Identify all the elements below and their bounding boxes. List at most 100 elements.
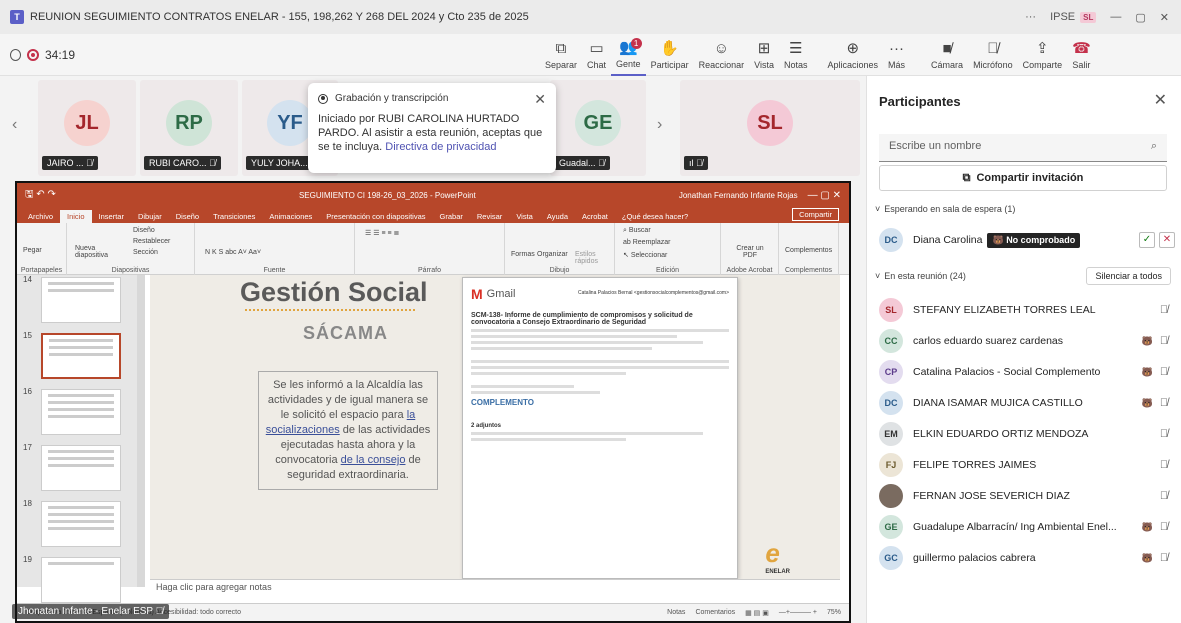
- section-button[interactable]: Sección: [133, 249, 158, 256]
- replace-button[interactable]: ab Reemplazar: [623, 239, 670, 246]
- ppt-tab[interactable]: Presentación con diapositivas: [319, 210, 432, 223]
- mic-off-icon[interactable]: 🎙̸: [1153, 552, 1175, 564]
- comments-toggle[interactable]: Comentarios: [695, 609, 735, 617]
- quick-styles-button[interactable]: Estilos rápidos: [575, 251, 609, 265]
- gallery-next-icon[interactable]: ›: [657, 116, 662, 134]
- close-window-button[interactable]: ✕: [1160, 11, 1169, 24]
- create-pdf-button[interactable]: Crear un PDF: [733, 245, 767, 259]
- addins-button[interactable]: Complementos: [785, 247, 832, 254]
- ppt-share-button[interactable]: Compartir: [792, 208, 839, 221]
- quick-access-icons[interactable]: 🖫 ↶ ↷: [25, 187, 56, 204]
- participant-row[interactable]: FJ FELIPE TORRES JAIMES 🎙̸: [879, 450, 1175, 480]
- more-options-icon[interactable]: ···: [1025, 11, 1036, 23]
- ppt-tab[interactable]: Revisar: [470, 210, 509, 223]
- minimize-button[interactable]: —: [1110, 11, 1121, 23]
- slide-thumbnail[interactable]: 17: [21, 443, 141, 495]
- participant-row[interactable]: GE Guadalupe Albarracín/ Ing Ambiental En…: [879, 512, 1175, 542]
- arrange-button[interactable]: Organizar: [537, 251, 568, 258]
- gallery-prev-icon[interactable]: ‹: [12, 116, 17, 134]
- user-avatar[interactable]: SL: [1080, 11, 1097, 23]
- admit-button[interactable]: ✓: [1139, 232, 1155, 248]
- new-slide-button[interactable]: Nueva diapositiva: [75, 245, 111, 259]
- font-format-buttons[interactable]: N K S abc A˅ Aa˅: [205, 249, 261, 256]
- participant-row[interactable]: DC DIANA ISAMAR MUJICA CASTILLO 🐻 🎙̸: [879, 388, 1175, 418]
- toolbar-button-separar[interactable]: ⧉ Separar: [540, 34, 582, 76]
- ppt-tell-me[interactable]: ¿Qué desea hacer?: [615, 210, 695, 223]
- toolbar-button-micrfono[interactable]: 🎙̸ Micrófono: [968, 34, 1018, 76]
- mic-off-icon[interactable]: 🎙̸: [1153, 366, 1175, 378]
- toolbar-button-comparte[interactable]: ⇪ Comparte: [1018, 34, 1068, 76]
- mic-off-icon[interactable]: 🎙̸: [1153, 490, 1175, 502]
- ppt-tab[interactable]: Diseño: [169, 210, 206, 223]
- mic-off-icon[interactable]: 🎙̸: [1153, 397, 1175, 409]
- toolbar-button-salir[interactable]: ☎ Salir: [1067, 34, 1096, 76]
- org-name[interactable]: IPSE: [1050, 11, 1075, 23]
- ppt-tab[interactable]: Transiciones: [206, 210, 262, 223]
- ppt-tab[interactable]: Insertar: [92, 210, 131, 223]
- mic-off-icon[interactable]: 🎙̸: [1153, 459, 1175, 471]
- reset-button[interactable]: Restablecer: [133, 238, 170, 245]
- participant-row[interactable]: EM ELKIN EDUARDO ORTIZ MENDOZA 🎙̸: [879, 419, 1175, 449]
- paste-button[interactable]: Pegar: [23, 247, 42, 254]
- close-icon[interactable]: ✕: [534, 91, 546, 108]
- ppt-tab[interactable]: Vista: [509, 210, 540, 223]
- toolbar-button-aplicaciones[interactable]: ⊕ Aplicaciones: [823, 34, 884, 76]
- mic-off-icon[interactable]: 🎙̸: [1153, 335, 1175, 347]
- restore-button[interactable]: ▢: [1135, 11, 1145, 24]
- select-button[interactable]: ↖ Seleccionar: [623, 251, 667, 259]
- participant-row[interactable]: GC guillermo palacios cabrera 🐻 🎙̸: [879, 543, 1175, 573]
- slide-canvas[interactable]: Gestión Social SÁCAMA Se les informó a l…: [150, 275, 840, 587]
- mute-all-button[interactable]: Silenciar a todos: [1086, 267, 1171, 285]
- lobby-section-header[interactable]: ˅ Esperando en sala de espera (1): [875, 204, 1015, 214]
- close-icon[interactable]: ✕: [1154, 90, 1167, 110]
- ppt-tab[interactable]: Acrobat: [575, 210, 615, 223]
- ppt-tab[interactable]: Animaciones: [262, 210, 319, 223]
- shapes-button[interactable]: Formas: [511, 251, 535, 258]
- toolbar-button-notas[interactable]: ☰ Notas: [779, 34, 813, 76]
- participant-row[interactable]: CP Catalina Palacios - Social Complemento…: [879, 357, 1175, 387]
- paragraph-buttons[interactable]: ☰ ☰ ≡ ≡ ≣: [365, 229, 399, 237]
- zoom-slider[interactable]: —+——— +: [779, 609, 817, 617]
- toolbar-button-cmara[interactable]: ■̸ Cámara: [926, 34, 968, 76]
- ppt-tab[interactable]: Inicio: [60, 210, 92, 223]
- meeting-section-header[interactable]: ˅ En esta reunión (24): [875, 271, 966, 281]
- participant-tile[interactable]: RP RUBI CARO... 🎙̸: [140, 80, 238, 176]
- slide-thumbnail[interactable]: 16: [21, 387, 141, 439]
- participant-row[interactable]: SL STEFANY ELIZABETH TORRES LEAL 🎙̸: [879, 295, 1175, 325]
- toolbar-button-gente[interactable]: 👥 Gente 1: [611, 34, 646, 76]
- toolbar-button-vista[interactable]: ⊞ Vista: [749, 34, 779, 76]
- participant-row[interactable]: FERNAN JOSE SEVERICH DIAZ 🎙̸: [879, 481, 1175, 511]
- participant-tile[interactable]: SL ıl 🎙̸: [680, 80, 860, 176]
- view-buttons[interactable]: ▦ ▤ ▣: [745, 609, 769, 617]
- participant-tile[interactable]: JL JAIRO ... 🎙̸: [38, 80, 136, 176]
- ppt-window-controls[interactable]: — ▢ ✕: [808, 190, 841, 201]
- mic-off-icon[interactable]: 🎙̸: [1153, 521, 1175, 533]
- ppt-tab[interactable]: Archivo: [21, 210, 60, 223]
- deny-button[interactable]: ✕: [1159, 232, 1175, 248]
- slide-thumbnail[interactable]: 14: [21, 275, 141, 327]
- ppt-tab[interactable]: Dibujar: [131, 210, 169, 223]
- thumbnail-scrollbar[interactable]: [137, 275, 145, 587]
- email-screenshot-image[interactable]: M Gmail Catalina Palacios Bernal <gestion…: [462, 277, 738, 579]
- find-button[interactable]: ⌕ Buscar: [623, 227, 651, 235]
- slide-thumbnail[interactable]: 15: [21, 331, 141, 383]
- privacy-policy-link[interactable]: Directiva de privacidad: [385, 141, 496, 153]
- toolbar-button-participar[interactable]: ✋ Participar: [646, 34, 694, 76]
- participant-tile[interactable]: GE Guadal... 🎙̸: [550, 80, 646, 176]
- slide-thumbnail[interactable]: 19: [21, 555, 141, 607]
- meeting-info-icon[interactable]: [10, 48, 21, 61]
- mic-off-icon[interactable]: 🎙̸: [1153, 428, 1175, 440]
- share-invite-button[interactable]: ⧉ Compartir invitación: [879, 165, 1167, 191]
- layout-button[interactable]: Diseño: [133, 227, 155, 234]
- toolbar-button-chat[interactable]: ▭ Chat: [582, 34, 611, 76]
- toolbar-button-ms[interactable]: ··· Más: [883, 34, 910, 76]
- mic-off-icon[interactable]: 🎙̸: [1153, 304, 1175, 316]
- notes-toggle[interactable]: Notas: [667, 609, 685, 617]
- participant-row[interactable]: CC carlos eduardo suarez cardenas 🐻 🎙̸: [879, 326, 1175, 356]
- participant-search-input[interactable]: Escribe un nombre ⌕: [879, 134, 1167, 162]
- slide-text-box[interactable]: Se les informó a la Alcaldía las activid…: [258, 371, 438, 490]
- slide-thumbnail[interactable]: 18: [21, 499, 141, 551]
- slide-notes-area[interactable]: Haga clic para agregar notas: [150, 579, 840, 595]
- ppt-tab[interactable]: Grabar: [433, 210, 470, 223]
- ppt-tab[interactable]: Ayuda: [540, 210, 575, 223]
